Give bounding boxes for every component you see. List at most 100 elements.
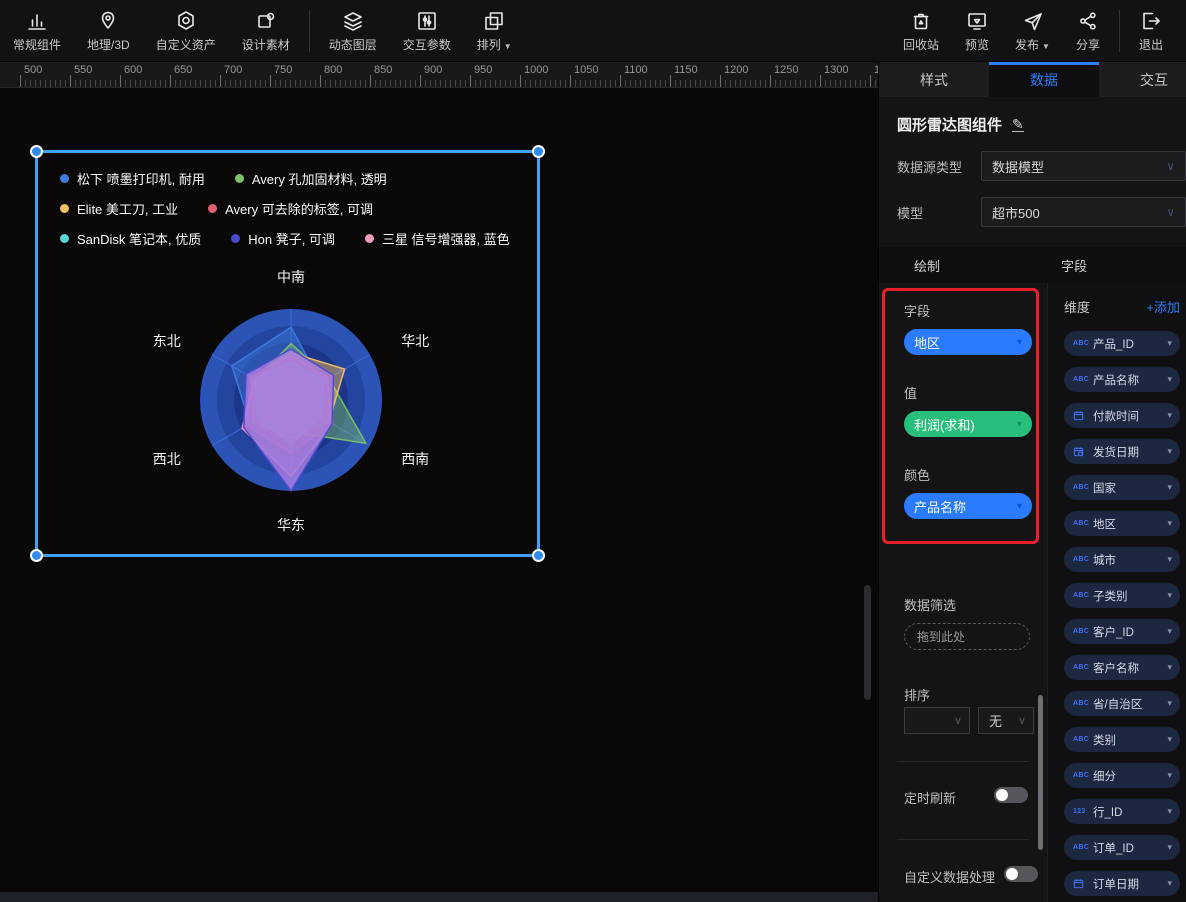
legend-item[interactable]: SanDisk 笔记本, 优质	[60, 229, 201, 248]
text-type-icon: ABC	[1073, 556, 1093, 563]
dimension-field-类别[interactable]: ABC类别▾	[1064, 727, 1180, 752]
toolbar-arrange-button[interactable]: 排列▼	[464, 0, 525, 61]
toolbar-share-button[interactable]: 分享	[1063, 0, 1113, 61]
canvas-horizontal-scrollbar[interactable]	[0, 892, 878, 902]
field-name: 订单_ID	[1093, 840, 1134, 856]
legend-item[interactable]: 松下 喷墨打印机, 耐用	[60, 169, 205, 188]
text-type-icon: ABC	[1073, 520, 1093, 527]
chevron-down-icon: ▾	[1167, 338, 1172, 349]
toolbar-sliders-button[interactable]: 交互参数	[390, 0, 464, 61]
value-select-pill[interactable]: 利润(求和) ▾	[904, 411, 1032, 437]
subtab-fields[interactable]: 字段	[1047, 256, 1186, 275]
color-value: 产品名称	[914, 497, 966, 516]
dimension-field-付款时间[interactable]: 付款时间▾	[1064, 403, 1180, 428]
timed-refresh-label: 定时刷新	[904, 788, 956, 807]
tab-数据[interactable]: 数据	[989, 62, 1099, 97]
tab-交互[interactable]: 交互	[1099, 62, 1186, 97]
edit-title-icon[interactable]: ✎	[1012, 117, 1024, 132]
sort-order-select[interactable]: 无 ∨	[978, 707, 1034, 734]
toolbar-publish-button[interactable]: 发布▼	[1002, 0, 1063, 61]
design-asset-icon	[254, 9, 278, 33]
text-type-icon: ABC	[1073, 772, 1093, 779]
toolbar-layers-button[interactable]: 动态图层	[316, 0, 390, 61]
legend-label: 松下 喷墨打印机, 耐用	[77, 169, 205, 188]
draw-config-column: 字段 地区 ▾ 值 利润(求和) ▾ 颜色 产品名称 ▾ 数据筛选 拖到此处	[879, 283, 1047, 902]
dimension-field-产品_ID[interactable]: ABC产品_ID▾	[1064, 331, 1180, 356]
sort-field-select[interactable]: ∨	[904, 707, 970, 734]
subtab-draw[interactable]: 绘制	[879, 256, 1047, 275]
dimension-field-细分[interactable]: ABC细分▾	[1064, 763, 1180, 788]
legend-item[interactable]: Hon 凳子, 可调	[231, 229, 335, 248]
toolbar-design-asset-button[interactable]: 设计素材	[229, 0, 303, 61]
legend-label: 三星 信号增强器, 蓝色	[382, 229, 510, 248]
dimension-label: 维度	[1064, 297, 1090, 316]
selection-handle-top-right[interactable]	[532, 145, 545, 158]
model-select[interactable]: 超市500 ∨	[981, 197, 1186, 227]
field-name: 地区	[1093, 516, 1116, 532]
dimension-field-订单_ID[interactable]: ABC订单_ID▾	[1064, 835, 1180, 860]
datasource-type-select[interactable]: 数据模型 ∨	[981, 151, 1186, 181]
field-value: 地区	[914, 333, 940, 352]
publish-icon	[1021, 9, 1045, 33]
toolbar-exit-button[interactable]: 退出	[1126, 0, 1176, 61]
dimension-field-行_ID[interactable]: 123行_ID▾	[1064, 799, 1180, 824]
dimension-field-省/自治区[interactable]: ABC省/自治区▾	[1064, 691, 1180, 716]
legend-label: Avery 孔加固材料, 透明	[252, 169, 387, 188]
toolbar-preview-button[interactable]: 预览	[952, 0, 1002, 61]
add-dimension-link[interactable]: +添加	[1146, 297, 1180, 316]
dimension-field-城市[interactable]: ABC城市▾	[1064, 547, 1180, 572]
dimension-field-地区[interactable]: ABC地区▾	[1064, 511, 1180, 536]
top-toolbar: 常规组件地理/3D自定义资产设计素材动态图层交互参数排列▼ 回收站预览发布▼分享…	[0, 0, 1186, 62]
text-type-icon: ABC	[1073, 340, 1093, 347]
canvas-vertical-scrollbar[interactable]	[864, 585, 871, 700]
toolbar-separator	[1119, 10, 1120, 52]
dimension-field-客户名称[interactable]: ABC客户名称▾	[1064, 655, 1180, 680]
legend-row: SanDisk 笔记本, 优质 Hon 凳子, 可调 三星 信号增强器, 蓝色	[60, 223, 531, 253]
custom-data-processing-toggle[interactable]	[1004, 866, 1038, 882]
legend-dot	[60, 204, 69, 213]
legend-row: Elite 美工刀, 工业 Avery 可去除的标签, 可调	[60, 193, 531, 223]
filter-drop-zone[interactable]: 拖到此处	[904, 623, 1030, 650]
legend-item[interactable]: 三星 信号增强器, 蓝色	[365, 229, 510, 248]
timed-refresh-toggle[interactable]	[994, 787, 1028, 803]
dimension-field-订单日期[interactable]: 订单日期▾	[1064, 871, 1180, 896]
dimension-field-产品名称[interactable]: ABC产品名称▾	[1064, 367, 1180, 392]
ruler-label: 1050	[574, 64, 598, 76]
tab-样式[interactable]: 样式	[879, 62, 989, 97]
toolbar-hexagon-button[interactable]: 自定义资产	[143, 0, 229, 61]
selection-handle-bottom-right[interactable]	[532, 549, 545, 562]
selection-handle-bottom-left[interactable]	[30, 549, 43, 562]
radar-chart-component[interactable]: 中南华北西南华东西北东北 松下 喷墨打印机, 耐用Avery 孔加固材料, 透明…	[35, 150, 540, 557]
dimension-field-国家[interactable]: ABC国家▾	[1064, 475, 1180, 500]
field-select-pill[interactable]: 地区 ▾	[904, 329, 1032, 355]
toolbar-trash-button[interactable]: 回收站	[890, 0, 952, 61]
toolbar-map-pin-button[interactable]: 地理/3D	[74, 0, 143, 61]
radar-axis-label: 东北	[153, 333, 181, 349]
legend-item[interactable]: Avery 可去除的标签, 可调	[208, 199, 373, 218]
panel-scrollbar-thumb[interactable]	[1038, 695, 1043, 850]
text-type-icon: ABC	[1073, 664, 1093, 671]
radar-axis-label: 华东	[277, 517, 305, 533]
legend-label: SanDisk 笔记本, 优质	[77, 229, 201, 248]
text-type-icon: ABC	[1073, 700, 1093, 707]
legend-label: Hon 凳子, 可调	[248, 229, 335, 248]
field-label: 字段	[904, 301, 930, 320]
ruler-label: 1300	[824, 64, 848, 76]
toolbar-bar-chart-button[interactable]: 常规组件	[0, 0, 74, 61]
legend-item[interactable]: Avery 孔加固材料, 透明	[235, 169, 387, 188]
text-type-icon: ABC	[1073, 736, 1093, 743]
ruler-label: 800	[324, 64, 342, 76]
dimension-field-客户_ID[interactable]: ABC客户_ID▾	[1064, 619, 1180, 644]
dimension-field-发货日期[interactable]: 发货日期▾	[1064, 439, 1180, 464]
panel-tab-bar: 样式数据交互	[879, 62, 1186, 97]
model-label: 模型	[897, 203, 981, 222]
color-select-pill[interactable]: 产品名称 ▾	[904, 493, 1032, 519]
dimension-field-子类别[interactable]: ABC子类别▾	[1064, 583, 1180, 608]
selection-handle-top-left[interactable]	[30, 145, 43, 158]
custom-data-processing-label: 自定义数据处理	[904, 867, 995, 886]
exit-icon	[1139, 9, 1163, 33]
chevron-down-icon: ▾	[1167, 662, 1172, 673]
legend-item[interactable]: Elite 美工刀, 工业	[60, 199, 178, 218]
field-name: 订单日期	[1093, 876, 1139, 892]
design-canvas[interactable]: 中南华北西南华东西北东北 松下 喷墨打印机, 耐用Avery 孔加固材料, 透明…	[0, 88, 878, 902]
